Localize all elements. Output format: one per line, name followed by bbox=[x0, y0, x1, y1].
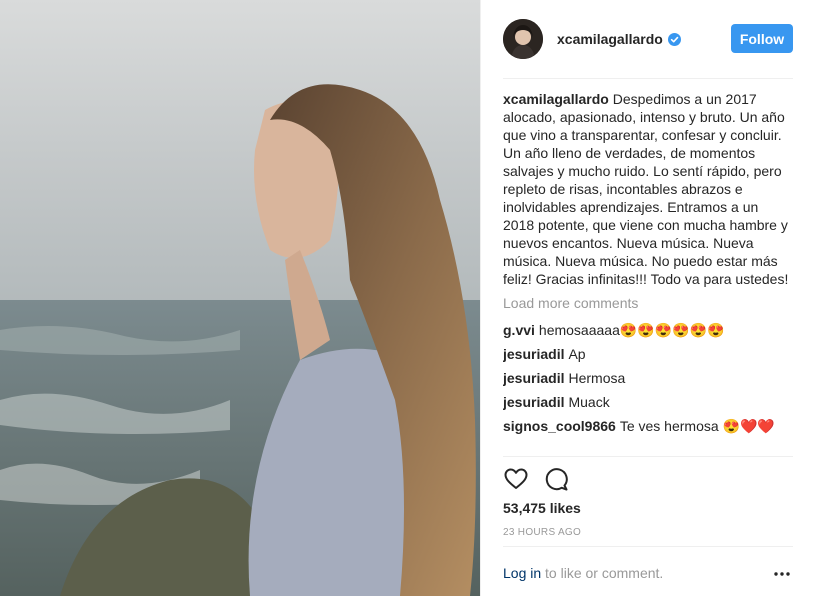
login-prompt: Log in to like or comment. bbox=[503, 565, 663, 581]
comment-item: jesuriadil Hermosa bbox=[503, 366, 793, 390]
post-details-panel: xcamilagallardo Follow xcamilagallardo D… bbox=[480, 0, 814, 596]
follow-button[interactable]: Follow bbox=[731, 24, 793, 53]
login-prompt-text: to like or comment. bbox=[541, 565, 664, 581]
post-header: xcamilagallardo Follow bbox=[503, 18, 793, 60]
comments-list: xcamilagallardo Despedimos a un 2017 alo… bbox=[503, 90, 793, 456]
comment-text: Hermosa bbox=[568, 370, 626, 386]
comment-item: g.vvi hemosaaaaa😍😍😍😍😍😍 bbox=[503, 318, 793, 342]
likes-count[interactable]: 53,475 likes bbox=[503, 500, 581, 516]
comment-author[interactable]: jesuriadil bbox=[503, 393, 564, 411]
action-bar bbox=[503, 466, 583, 492]
caption-author[interactable]: xcamilagallardo bbox=[503, 91, 609, 107]
post-photo[interactable] bbox=[0, 0, 480, 596]
footer-divider bbox=[503, 546, 793, 547]
post-timestamp[interactable]: 23 HOURS AGO bbox=[503, 527, 581, 538]
comment-author[interactable]: signos_cool9866 bbox=[503, 417, 616, 435]
comment-text: Te ves hermosa 😍❤️❤️ bbox=[619, 418, 775, 434]
verified-badge-icon bbox=[667, 32, 681, 46]
comment-text: hemosaaaaa😍😍😍😍😍😍 bbox=[538, 322, 725, 338]
login-link[interactable]: Log in bbox=[503, 565, 541, 581]
heart-icon[interactable] bbox=[503, 466, 529, 492]
comments-divider bbox=[503, 456, 793, 457]
comment-icon[interactable] bbox=[543, 466, 569, 492]
caption: xcamilagallardo Despedimos a un 2017 alo… bbox=[503, 90, 793, 288]
header-divider bbox=[503, 78, 793, 79]
username[interactable]: xcamilagallardo bbox=[557, 31, 663, 47]
comment-item: jesuriadil Ap bbox=[503, 342, 793, 366]
comment-text: Ap bbox=[568, 346, 586, 362]
photo-illustration bbox=[0, 0, 480, 596]
comment-author[interactable]: g.vvi bbox=[503, 321, 535, 339]
avatar-image bbox=[503, 19, 543, 59]
more-options-icon[interactable] bbox=[773, 566, 791, 582]
comment-author[interactable]: jesuriadil bbox=[503, 369, 564, 387]
avatar[interactable] bbox=[503, 19, 543, 59]
load-more-comments-link[interactable]: Load more comments bbox=[503, 294, 793, 312]
comment-item: signos_cool9866 Te ves hermosa 😍❤️❤️ bbox=[503, 414, 793, 438]
comment-text: Muack bbox=[568, 394, 610, 410]
comment-author[interactable]: jesuriadil bbox=[503, 345, 564, 363]
comment-item: jesuriadil Muack bbox=[503, 390, 793, 414]
caption-text: Despedimos a un 2017 alocado, apasionado… bbox=[503, 91, 789, 287]
